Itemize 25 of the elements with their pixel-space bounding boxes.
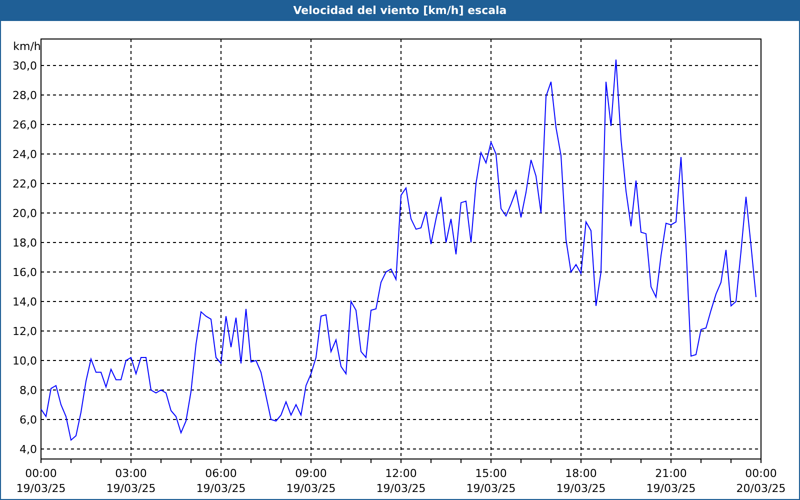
x-tick-label: 18:00 19/03/25 <box>556 467 606 495</box>
x-tick-label: 21:00 19/03/25 <box>646 467 696 495</box>
y-tick-label: 20,0 <box>12 207 37 220</box>
y-tick-label: 8,0 <box>20 384 37 397</box>
x-tick-label: 03:00 19/03/25 <box>106 467 156 495</box>
y-tick-label: 30,0 <box>12 60 37 73</box>
y-tick-label: 12,0 <box>12 325 37 338</box>
window-title: Velocidad del viento [km/h] escala <box>293 4 507 17</box>
y-axis-label: km/h <box>13 40 41 53</box>
y-tick-label: 28,0 <box>12 89 37 102</box>
y-tick-label: 26,0 <box>12 118 37 132</box>
x-tick-label: 00:00 20/03/25 <box>736 467 786 495</box>
x-tick-label: 00:00 19/03/25 <box>16 467 66 495</box>
x-tick-label: 15:00 19/03/25 <box>466 467 516 495</box>
x-tick-label: 06:00 19/03/25 <box>196 467 246 495</box>
y-tick-label: 14,0 <box>12 296 37 308</box>
x-tick-label: 09:00 19/03/25 <box>286 467 336 495</box>
y-tick-label: 10,0 <box>12 354 37 368</box>
y-tick-label: 24,0 <box>12 148 37 162</box>
y-tick-label: 6,0 <box>20 413 37 426</box>
y-tick-label: 18,0 <box>12 236 37 250</box>
y-tick-label: 4,0 <box>20 442 37 456</box>
y-tick-label: 22,0 <box>12 178 37 191</box>
x-tick-label: 12:00 19/03/25 <box>376 467 426 495</box>
y-tick-label: 16,0 <box>12 266 37 279</box>
